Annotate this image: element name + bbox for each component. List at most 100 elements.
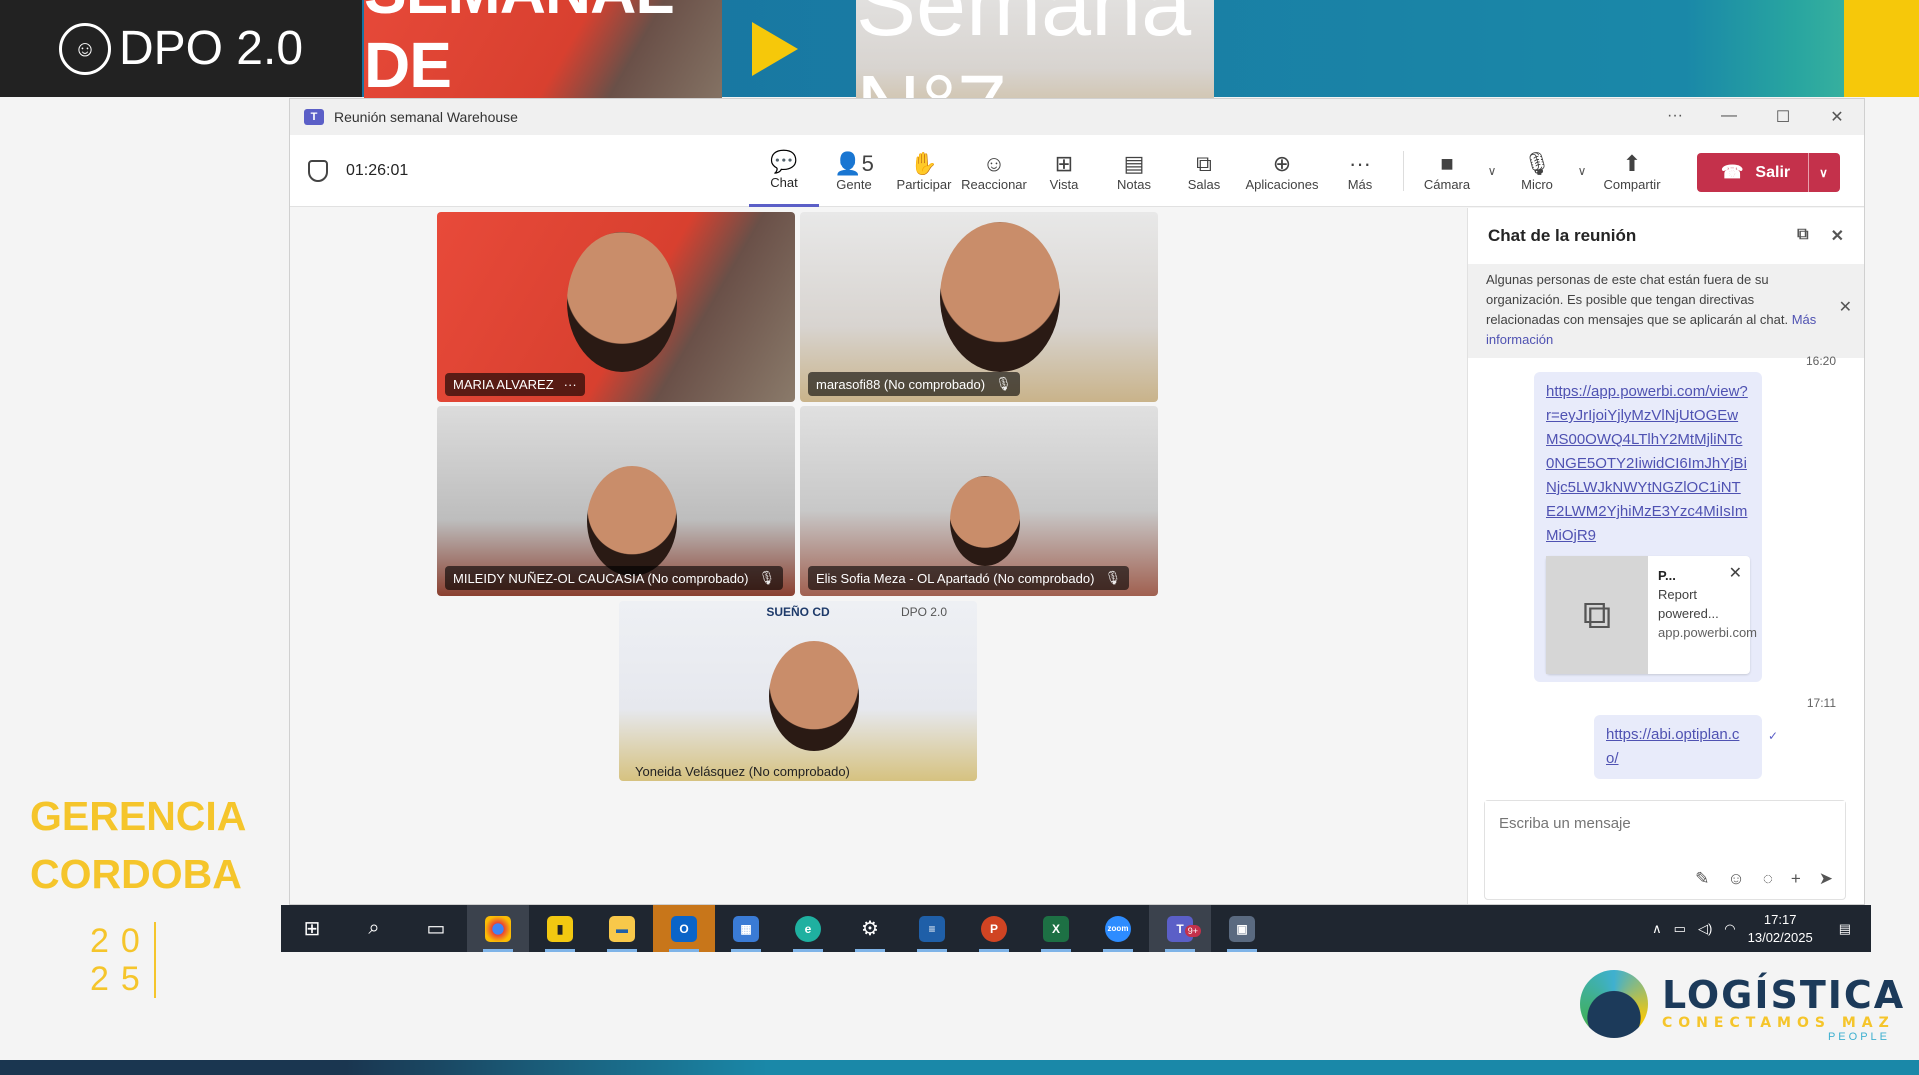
people-label: Gente [836, 176, 872, 192]
send-icon[interactable]: ➤ [1819, 869, 1833, 889]
view-button[interactable]: ⊞ Vista [1029, 135, 1099, 207]
year-label: 20 25 [90, 922, 156, 998]
notifications-icon[interactable]: ▤ [1839, 921, 1851, 937]
taskbar-clock[interactable]: 17:17 13/02/2025 [1748, 911, 1813, 947]
camera-options-chevron-icon[interactable]: ∨ [1482, 135, 1502, 207]
people-button[interactable]: 👤5 Gente [819, 135, 889, 207]
windows-start-icon[interactable]: ⊞ [281, 905, 343, 952]
video-tile[interactable]: marasofi88 (No comprobado) 🎙 [800, 212, 1158, 402]
participant-video [587, 466, 677, 576]
excel-icon[interactable]: X [1025, 905, 1087, 952]
more-button[interactable]: ··· Más [1325, 135, 1395, 207]
raise-hand-button[interactable]: ✋ Participar [889, 135, 959, 207]
slide-title-bar: SEMANAL DE WAREHOUSE Semana N°7 [362, 0, 1919, 175]
file-explorer-icon[interactable]: ▬ [591, 905, 653, 952]
close-chat-icon[interactable]: ✕ [1831, 226, 1844, 246]
link-preview-card[interactable]: ⧉ P... ✕ Report powered... app.powerbi.c… [1546, 556, 1757, 674]
maximize-button[interactable]: ☐ [1756, 107, 1810, 127]
video-tile[interactable]: SUEÑO CD DPO 2.0 Yoneida Velásquez (No c… [619, 601, 977, 781]
network-app-icon[interactable]: ▦ [715, 905, 777, 952]
leave-divider [1808, 153, 1810, 192]
rooms-icon: ⧉ [1196, 150, 1212, 176]
participant-name: MILEIDY NUÑEZ-OL CAUCASIA (No comprobado… [453, 570, 749, 586]
participant-name-tag: Yoneida Velásquez (No comprobado) [627, 760, 858, 781]
board-title: SUEÑO CD [766, 605, 830, 619]
leave-button[interactable]: ☎ Salir ∨ [1697, 153, 1840, 192]
camera-button[interactable]: ■ Cámara [1412, 135, 1482, 207]
notification-badge: 9+ [1184, 925, 1201, 937]
react-button[interactable]: ☺ Reaccionar [959, 135, 1029, 207]
volume-icon[interactable]: ◁) [1698, 921, 1712, 937]
edge-icon[interactable]: e [777, 905, 839, 952]
video-tile[interactable]: MARIA ALVAREZ ··· [437, 212, 795, 402]
mic-button[interactable]: 🎙 Micro [1502, 135, 1572, 207]
optiplan-link[interactable]: https://abi.optiplan.co/ [1606, 726, 1739, 767]
notice-text: Algunas personas de este chat están fuer… [1486, 272, 1789, 327]
attach-plus-icon[interactable]: + [1791, 869, 1801, 889]
participant-video [950, 476, 1020, 566]
minimize-button[interactable]: — [1702, 107, 1756, 127]
close-window-button[interactable]: ✕ [1810, 107, 1864, 127]
sticker-icon[interactable]: ◌ [1763, 869, 1773, 889]
settings-icon[interactable]: ⚙ [839, 905, 901, 952]
year-top: 20 [90, 922, 152, 960]
gerencia-line1: GERENCIA [30, 793, 247, 839]
raise-hand-label: Participar [896, 176, 952, 192]
battery-icon[interactable]: ▭ [1674, 921, 1686, 937]
notes-button[interactable]: ▤ Notas [1099, 135, 1169, 207]
teams-taskbar-icon[interactable]: T 9+ [1149, 905, 1211, 952]
gerencia-label: GERENCIA CORDOBA [30, 787, 246, 903]
close-notice-icon[interactable]: ✕ [1839, 298, 1852, 318]
add-app-icon: ⊕ [1272, 150, 1292, 176]
mic-options-chevron-icon[interactable]: ∨ [1572, 135, 1592, 207]
video-stage: MARIA ALVAREZ ··· marasofi88 (No comprob… [290, 208, 1467, 904]
apps-button[interactable]: ⊕ Aplicaciones [1239, 135, 1325, 207]
window-more-button[interactable]: ··· [1648, 107, 1702, 127]
wifi-icon[interactable]: ◠ [1724, 921, 1735, 937]
meeting-toolbar: 01:26:01 💬 Chat 👤5 Gente ✋ Participar ☺ … [290, 135, 1864, 207]
logistica-tagline: CONECTAMOS MAZ [1662, 1015, 1895, 1031]
message-input[interactable] [1485, 801, 1845, 846]
teams-window: T Reunión semanal Warehouse ··· — ☐ ✕ 01… [289, 98, 1865, 905]
card-info: P... ✕ Report powered... app.powerbi.com [1648, 556, 1757, 674]
powerbi-icon[interactable]: ▮ [529, 905, 591, 952]
accent-bar [1844, 0, 1919, 97]
share-button[interactable]: ⬆ Compartir [1592, 135, 1672, 207]
pop-out-icon[interactable]: ⧉ [1797, 226, 1808, 246]
camera-icon: ■ [1440, 150, 1454, 176]
zoom-icon[interactable]: zoom [1087, 905, 1149, 952]
logistica-word: LOGÍSTICA [1662, 973, 1906, 1017]
meeting-timer: 01:26:01 [346, 161, 409, 179]
smiley-icon: ☺ [982, 150, 1006, 176]
emoji-icon[interactable]: ☺ [1727, 869, 1744, 889]
message-timestamp: 16:20 [1805, 354, 1836, 368]
format-icon[interactable]: ✎ [1695, 869, 1709, 889]
participant-name-tag: marasofi88 (No comprobado) 🎙 [808, 372, 1020, 396]
video-tile[interactable]: Elis Sofia Meza - OL Apartadó (No compro… [800, 406, 1158, 596]
card-domain: app.powerbi.com [1658, 625, 1757, 640]
window-titlebar: T Reunión semanal Warehouse ··· — ☐ ✕ [290, 99, 1864, 135]
leave-options-chevron-icon[interactable]: ∨ [1819, 166, 1828, 180]
camera-label: Cámara [1423, 176, 1471, 192]
video-tile[interactable]: MILEIDY NUÑEZ-OL CAUCASIA (No comprobado… [437, 406, 795, 596]
chevron-up-icon[interactable]: ∧ [1652, 921, 1662, 937]
app-icon[interactable]: ≡ [901, 905, 963, 952]
outlook-icon[interactable]: O [653, 905, 715, 952]
powerbi-link[interactable]: https://app.powerbi.com/view?r=eyJrIjoiY… [1546, 383, 1748, 544]
shield-icon[interactable] [308, 159, 328, 182]
powerpoint-icon[interactable]: P [963, 905, 1025, 952]
react-label: Reaccionar [961, 176, 1027, 192]
view-label: Vista [1049, 176, 1079, 192]
external-notice: Algunas personas de este chat están fuer… [1468, 264, 1864, 358]
chrome-icon[interactable] [467, 905, 529, 952]
bottom-strip [0, 1060, 1919, 1075]
clock-date: 13/02/2025 [1747, 929, 1813, 945]
search-icon[interactable]: ⌕ [343, 905, 405, 952]
rooms-button[interactable]: ⧉ Salas [1169, 135, 1239, 207]
close-preview-icon[interactable]: ✕ [1729, 564, 1742, 583]
card-title: P... [1658, 568, 1676, 583]
chat-button[interactable]: 💬 Chat [749, 135, 819, 207]
more-options-icon[interactable]: ··· [564, 377, 577, 392]
task-view-icon[interactable]: ▭ [405, 905, 467, 952]
remote-desktop-icon[interactable]: ▣ [1211, 905, 1273, 952]
